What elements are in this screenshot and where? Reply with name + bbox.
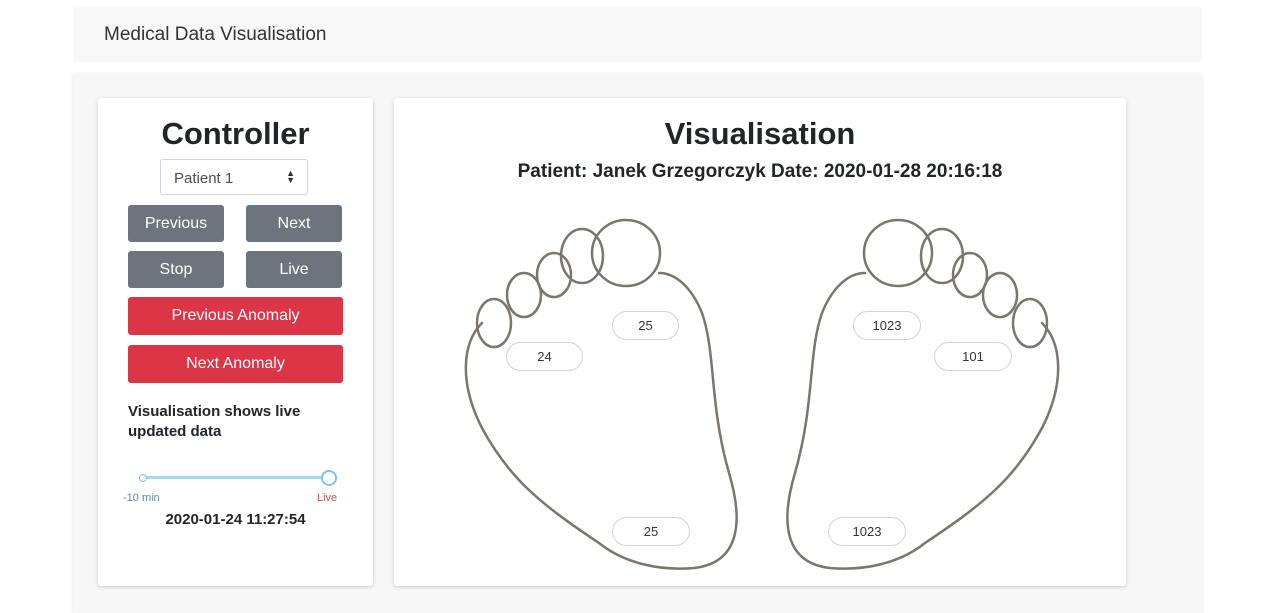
- time-slider-track[interactable]: [143, 476, 328, 479]
- select-arrows-icon: ▲ ▼: [286, 168, 295, 185]
- time-slider-handle[interactable]: [321, 470, 337, 486]
- left-foot-sensor-top: 25: [612, 311, 679, 340]
- next-anomaly-button[interactable]: Next Anomaly: [128, 345, 343, 383]
- patient-select[interactable]: Patient 1 ▲ ▼: [160, 159, 308, 195]
- previous-button[interactable]: Previous: [128, 205, 224, 242]
- stop-button[interactable]: Stop: [128, 251, 224, 288]
- live-button[interactable]: Live: [246, 251, 342, 288]
- previous-anomaly-button[interactable]: Previous Anomaly: [128, 297, 343, 335]
- left-foot-sensor-heel: 25: [612, 517, 690, 546]
- status-text: Visualisation shows live updated data: [128, 403, 301, 440]
- slider-min-dot: [139, 474, 147, 482]
- right-foot-sensor-heel: 1023: [828, 517, 906, 546]
- navbar-brand[interactable]: Medical Data Visualisation: [104, 24, 327, 46]
- patient-select-value: Patient 1: [174, 170, 234, 187]
- patient-info: Patient: Janek Grzegorczyk Date: 2020-01…: [517, 161, 1003, 182]
- feet-diagram: [464, 218, 1060, 570]
- left-foot-outline: [464, 218, 738, 570]
- slider-min-label: -10 min: [123, 492, 160, 504]
- navbar: Medical Data Visualisation: [73, 7, 1202, 62]
- visualisation-title: Visualisation: [664, 116, 856, 151]
- next-button[interactable]: Next: [246, 205, 342, 242]
- controller-title: Controller: [161, 116, 310, 151]
- right-foot-sensor-mid: 101: [934, 342, 1012, 371]
- left-foot-sensor-mid: 24: [506, 342, 583, 371]
- right-foot-outline: [786, 218, 1060, 570]
- slider-max-label: Live: [317, 492, 338, 504]
- right-foot-sensor-top: 1023: [853, 311, 921, 340]
- visualisation-panel: Visualisation Patient: Janek Grzegorczyk…: [394, 98, 1126, 586]
- slider-date: 2020-01-24 11:27:54: [165, 511, 306, 528]
- controller-panel: Controller Patient 1 ▲ ▼ Previous Next St…: [98, 98, 373, 586]
